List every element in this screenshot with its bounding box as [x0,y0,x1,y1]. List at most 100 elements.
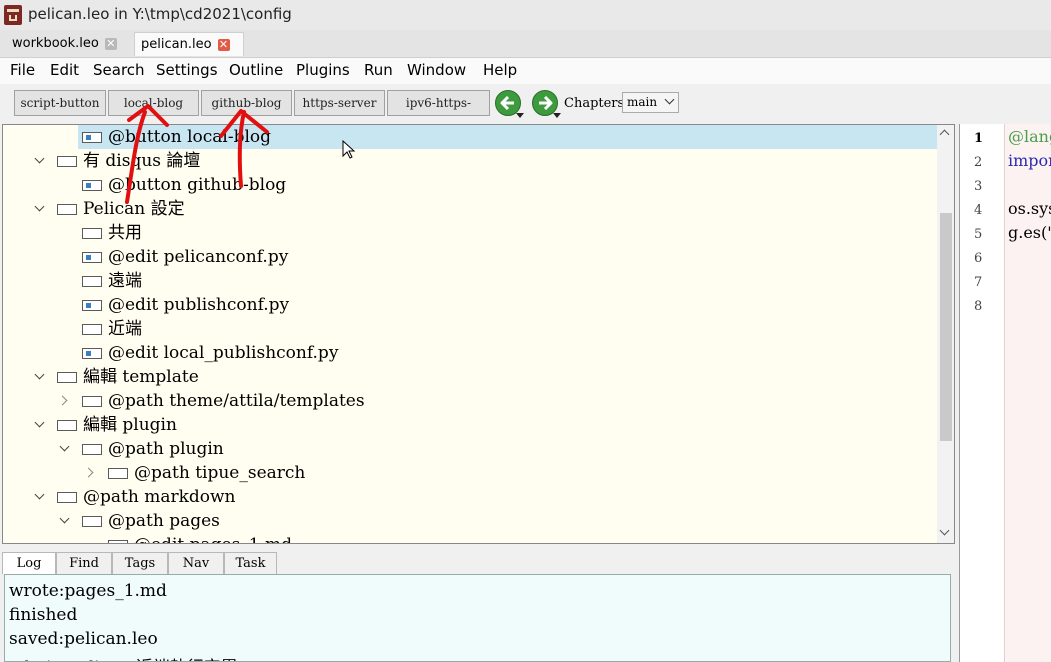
github-blog-button[interactable]: github-blog [201,90,292,116]
empty-node-icon [57,372,77,383]
script-button[interactable]: script-button [14,90,106,116]
menu-run[interactable]: Run [364,61,393,79]
outline-node[interactable]: 共用 [3,221,937,245]
chevron-down-icon[interactable] [33,365,47,389]
chevron-down-icon[interactable] [58,509,72,533]
menu-outline[interactable]: Outline [229,61,283,79]
chevron-down-icon[interactable] [33,413,47,437]
chevron-down-icon[interactable] [33,197,47,221]
local-blog-button[interactable]: local-blog [108,90,199,116]
chevron-right-icon[interactable] [84,461,98,485]
tab-label: workbook.leo [12,36,99,51]
chevron-down-icon[interactable] [33,485,47,509]
mouse-cursor-icon [342,140,356,159]
menu-search[interactable]: Search [93,61,145,79]
body-editor[interactable]: 1 2 3 4 5 6 7 8 @lang impor os.sys g.es(" [959,124,1051,662]
log-pane[interactable]: wrote:pages_1.md finished saved:pelican.… [4,574,951,662]
outline-node[interactable]: @edit local_publishconf.py [3,341,937,365]
line-number-gutter: 1 2 3 4 5 6 7 8 [960,124,1005,662]
line-number: 5 [974,227,983,242]
chapters-label: Chapters: [564,96,629,111]
outline-node-headline: @edit publishconf.py [108,295,290,315]
empty-node-icon [57,204,77,215]
menu-bar: File Edit Search Settings Outline Plugin… [0,58,1051,84]
ipv6-https-server-button[interactable]: ipv6-https-server [387,90,490,134]
empty-node-icon [82,516,102,527]
line-number: 2 [974,155,983,170]
code-line: g.es(" [1008,223,1051,242]
line-number: 7 [974,275,983,290]
chevron-right-icon[interactable] [58,389,72,413]
node-with-body-icon [108,540,128,543]
outline-node-headline: @path pages [108,511,220,531]
tab-log[interactable]: Log [2,552,56,574]
empty-node-icon [82,444,102,455]
tab-task[interactable]: Task [224,552,277,574]
outline-node[interactable]: @path tipue_search [3,461,937,485]
empty-node-icon [82,324,102,335]
empty-node-icon [57,492,77,503]
toolbar: script-button local-blog github-blog htt… [0,86,1051,134]
log-line: finished [9,605,78,625]
outline-node[interactable]: 有 disqus 論壇 [3,149,937,173]
tab-workbook[interactable]: workbook.leo ✕ [6,32,124,56]
log-tabs: Log Find Tags Nav Task [2,552,955,574]
outline-node[interactable]: @path markdown [3,485,937,509]
chevron-up-icon[interactable] [939,129,950,140]
outline-node[interactable]: Pelican 設定 [3,197,937,221]
menu-file[interactable]: File [10,61,35,79]
chevron-down-icon[interactable] [58,437,72,461]
outline-node[interactable]: @button local-blog [78,125,937,149]
outline-node[interactable]: @edit publishconf.py [3,293,937,317]
close-icon[interactable]: ✕ [217,39,230,51]
line-number: 3 [974,179,983,194]
outline-node-headline: @edit pelicanconf.py [108,247,289,267]
back-arrow-icon[interactable] [494,89,524,118]
empty-node-icon [57,420,77,431]
outline-node[interactable]: @path pages [3,509,937,533]
menu-edit[interactable]: Edit [50,61,79,79]
outline-node[interactable]: @button github-blog [3,173,937,197]
outline-scrollbar[interactable] [937,125,954,543]
https-server-button[interactable]: https-server [294,90,385,116]
chevron-down-icon[interactable] [33,149,47,173]
chapters-select[interactable]: main [622,92,679,113]
menu-window[interactable]: Window [407,61,466,79]
outline-node[interactable]: @path theme/attila/templates [3,389,937,413]
window-title: pelican.leo in Y:\tmp\cd2021\config [28,5,292,23]
tab-tags[interactable]: Tags [112,552,168,574]
outline-node[interactable]: @path plugin [3,437,937,461]
empty-node-icon [108,468,128,479]
outline-node-headline: @path tipue_search [134,463,306,483]
close-icon[interactable]: ✕ [104,38,117,50]
outline-node[interactable]: 遠端 [3,269,937,293]
empty-node-icon [82,396,102,407]
chevron-down-icon [664,94,675,105]
outline-node-headline: @path theme/attila/templates [108,391,365,411]
outline-pane[interactable]: @button local-blog 有 disqus 論壇 @button git… [2,124,955,544]
menu-help[interactable]: Help [483,61,517,79]
outline-node[interactable]: 編輯 plugin [3,413,937,437]
tab-pelican[interactable]: pelican.leo ✕ [134,32,244,56]
outline-node-headline: @edit local_publishconf.py [108,343,339,363]
outline-node[interactable]: @edit pelicanconf.py [3,245,937,269]
forward-arrow-icon[interactable] [531,89,561,118]
scrollbar-thumb[interactable] [940,213,952,441]
outline-node[interactable]: 近端 [3,317,937,341]
tab-nav[interactable]: Nav [168,552,224,574]
line-number: 4 [974,203,983,218]
log-line: wrote:pages_1.md [9,581,167,601]
menu-plugins[interactable]: Plugins [296,61,350,79]
empty-node-icon [57,156,77,167]
code-line: impor [1008,151,1051,170]
line-number: 1 [974,131,984,146]
node-with-body-icon [82,180,102,191]
outline-node-headline: 編輯 template [83,367,199,387]
empty-node-icon [82,228,102,239]
tab-find[interactable]: Find [56,552,112,574]
outline-node[interactable]: 編輯 template [3,365,937,389]
menu-settings[interactable]: Settings [156,61,218,79]
chevron-down-icon[interactable] [939,525,950,536]
outline-node[interactable]: @edit pages_1.md [3,533,937,543]
log-line: saved:pelican.leo [9,629,158,649]
